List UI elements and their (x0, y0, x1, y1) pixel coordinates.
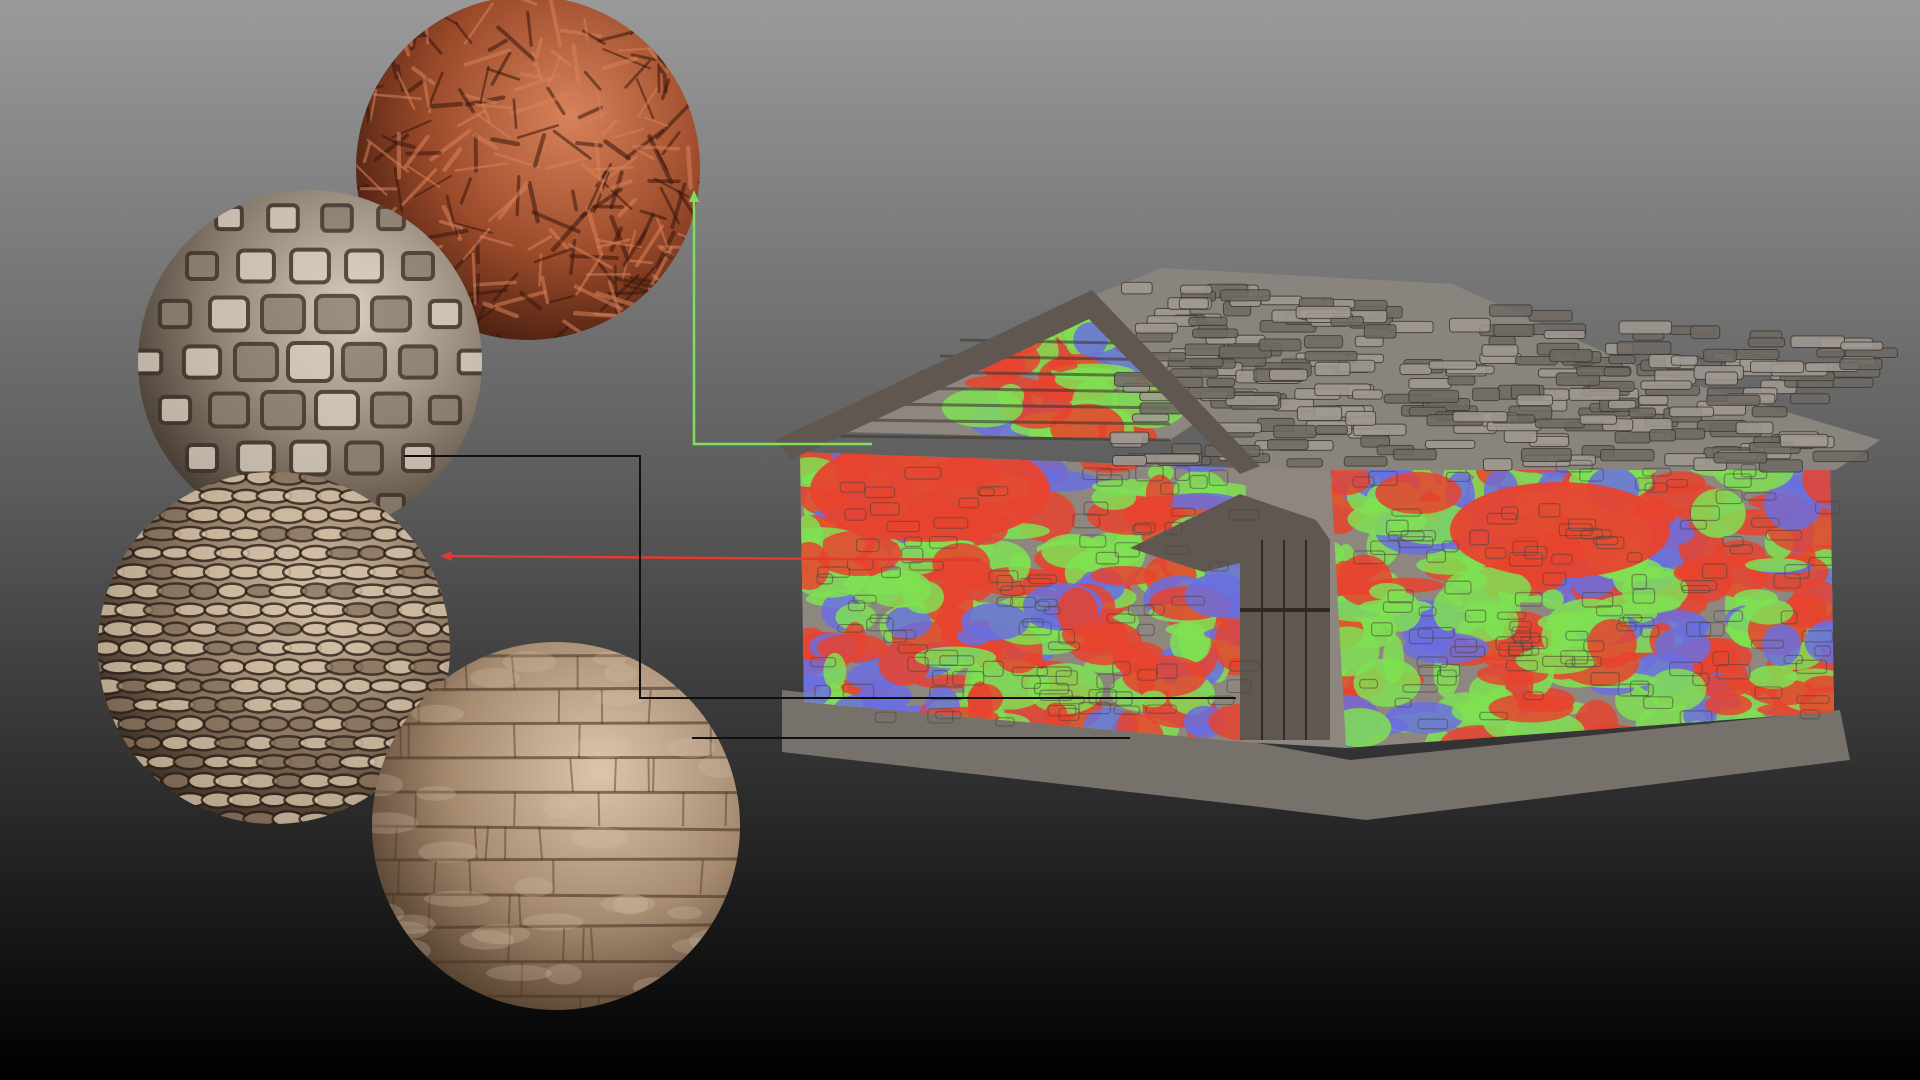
material-map-diagram (0, 0, 1920, 1080)
